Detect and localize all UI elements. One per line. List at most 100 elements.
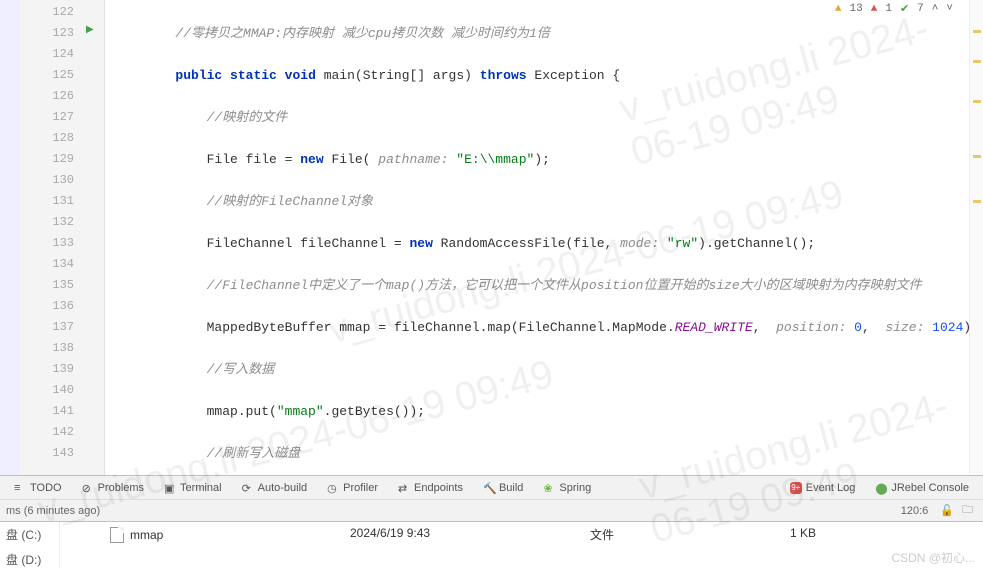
build-icon: 🔨 <box>483 482 495 494</box>
comment: //零拷贝之MMAP:内存映射 减少cpu拷贝次数 减少时间约为1倍 <box>175 26 549 41</box>
line-number: 132 <box>20 212 74 233</box>
code-text: .getBytes()); <box>324 404 425 419</box>
code-text: MappedByteBuffer mmap = fileChannel.map(… <box>207 320 675 335</box>
line-number: 133 <box>20 233 74 254</box>
comment: //映射的FileChannel对象 <box>207 194 373 209</box>
folder-icon[interactable]: 🗀 <box>958 501 977 520</box>
code-area[interactable]: ▲ 13 ▲ 1 ✔ 7 ˄ ˅ //零拷贝之MMAP:内存映射 减少cpu拷贝次数 … <box>105 0 983 475</box>
param-hint: size: <box>885 320 924 335</box>
error-icon: ▲ <box>871 3 878 15</box>
line-number: 136 <box>20 296 74 317</box>
method-name: main <box>324 68 355 83</box>
line-number: 130 <box>20 170 74 191</box>
tab-label: Spring <box>559 482 591 494</box>
line-number: 128 <box>20 128 74 149</box>
line-number: 138 <box>20 338 74 359</box>
file-row[interactable]: mmap 2024/6/19 9:43 文件 1 KB <box>60 522 983 547</box>
tab-eventlog[interactable]: 9+Event Log <box>782 477 864 499</box>
csdn-watermark: CSDN @初心... <box>891 549 975 566</box>
line-number: 129 <box>20 149 74 170</box>
problem-icon: ⊘ <box>82 482 94 494</box>
error-count: 1 <box>885 3 892 15</box>
line-number: 134 <box>20 254 74 275</box>
tab-todo[interactable]: ≡TODO <box>6 477 70 499</box>
tab-autobuild[interactable]: ⟳Auto-build <box>234 477 316 499</box>
file-icon <box>110 527 124 543</box>
file-date: 2024/6/19 9:43 <box>350 526 510 543</box>
code-text: File( <box>324 152 379 167</box>
code-text: , <box>753 320 776 335</box>
tab-label: Problems <box>98 482 144 494</box>
success-icon: ✔ <box>900 2 909 16</box>
comment: //FileChannel中定义了一个map()方法，它可以把一个文件从posi… <box>207 278 922 293</box>
tab-build[interactable]: 🔨Build <box>475 477 531 499</box>
line-number: 131 <box>20 191 74 212</box>
drive-d[interactable]: 盘 (D:) <box>0 547 59 572</box>
code-text: FileChannel fileChannel = <box>207 236 410 251</box>
warn-marker[interactable] <box>973 60 981 63</box>
param-hint: position: <box>776 320 846 335</box>
keyword: static <box>230 68 277 83</box>
code-text: ); <box>534 152 550 167</box>
tab-terminal[interactable]: ▣Terminal <box>156 477 230 499</box>
warn-marker[interactable] <box>973 155 981 158</box>
inspection-indicator[interactable]: ▲ 13 ▲ 1 ✔ 7 ˄ ˅ <box>835 2 953 16</box>
line-number: 142 <box>20 422 74 443</box>
code-text: File file = <box>207 152 301 167</box>
code-lines[interactable]: //零拷贝之MMAP:内存映射 减少cpu拷贝次数 减少时间约为1倍 publi… <box>105 0 983 475</box>
chevron-down-icon[interactable]: ˅ <box>946 3 953 15</box>
line-number: 140 <box>20 380 74 401</box>
warn-marker[interactable] <box>973 100 981 103</box>
status-message: ms (6 minutes ago) <box>6 505 100 517</box>
line-number: 127 <box>20 107 74 128</box>
spring-icon: ❀ <box>543 482 555 494</box>
fold-column <box>0 0 20 475</box>
drives-column: 盘 (C:) 盘 (D:) <box>0 522 60 569</box>
number: 0 <box>846 320 862 335</box>
tab-spring[interactable]: ❀ Spring <box>535 477 599 499</box>
run-column: ▶ <box>84 0 104 475</box>
tab-label: JRebel Console <box>891 482 969 494</box>
line-number: 137 <box>20 317 74 338</box>
line-number: 139 <box>20 359 74 380</box>
scrollbar-track[interactable] <box>969 0 983 475</box>
profiler-icon: ◷ <box>327 482 339 494</box>
tab-label: Event Log <box>806 482 856 494</box>
tab-jrebel[interactable]: ⬤JRebel Console <box>867 477 977 499</box>
file-type: 文件 <box>590 526 710 543</box>
tab-endpoints[interactable]: ⇄Endpoints <box>390 477 471 499</box>
field: READ_WRITE <box>675 320 753 335</box>
warning-icon: ▲ <box>835 3 842 15</box>
run-gutter-icon[interactable]: ▶ <box>86 24 94 36</box>
keyword: void <box>285 68 316 83</box>
comment: //写入数据 <box>207 362 275 377</box>
line-numbers: 1221231241251261271281291301311321331341… <box>20 0 84 475</box>
warn-marker[interactable] <box>973 200 981 203</box>
warn-marker[interactable] <box>973 30 981 33</box>
tab-label: Terminal <box>180 482 222 494</box>
autobuild-icon: ⟳ <box>242 482 254 494</box>
keyword: new <box>300 152 323 167</box>
status-bar: ms (6 minutes ago) 120:6 🔓 🗀 <box>0 499 983 521</box>
tab-problems[interactable]: ⊘ Problems <box>74 477 152 499</box>
file-list[interactable]: mmap 2024/6/19 9:43 文件 1 KB <box>60 522 983 569</box>
code-text: RandomAccessFile(file, <box>433 236 620 251</box>
lock-icon[interactable]: 🔓 <box>936 504 958 517</box>
param-hint: pathname: <box>378 152 448 167</box>
success-count: 7 <box>917 3 924 15</box>
param-hint: mode: <box>620 236 659 251</box>
code-text: Exception { <box>534 68 620 83</box>
line-number: 123 <box>20 23 74 44</box>
endpoints-icon: ⇄ <box>398 482 410 494</box>
line-number: 122 <box>20 2 74 23</box>
tab-label: TODO <box>30 482 62 494</box>
drive-c[interactable]: 盘 (C:) <box>0 522 59 547</box>
code-text: , <box>862 320 885 335</box>
number: 1024 <box>924 320 963 335</box>
tab-profiler[interactable]: ◷Profiler <box>319 477 386 499</box>
chevron-up-icon[interactable]: ˄ <box>932 3 939 15</box>
cursor-position[interactable]: 120:6 <box>893 505 937 517</box>
warning-count: 13 <box>850 3 863 15</box>
string: "E:\\mmap" <box>448 152 534 167</box>
line-number: 141 <box>20 401 74 422</box>
